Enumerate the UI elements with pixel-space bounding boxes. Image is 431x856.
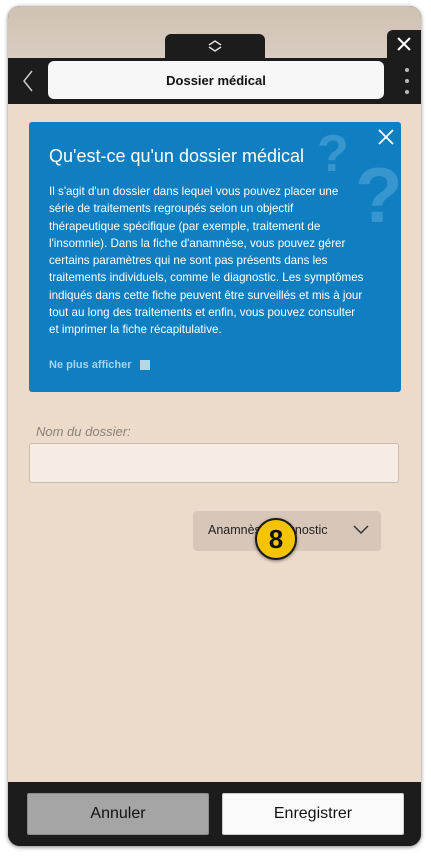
- back-button[interactable]: [14, 67, 42, 95]
- chevron-down-icon: [353, 525, 369, 535]
- drag-handle[interactable]: [165, 34, 265, 58]
- dont-show-label: Ne plus afficher: [49, 359, 132, 371]
- more-vertical-icon: [405, 68, 409, 72]
- more-button[interactable]: [401, 68, 413, 94]
- window-top-bar: [8, 6, 421, 58]
- question-mark-icon: ?: [317, 125, 349, 183]
- close-button[interactable]: [387, 30, 421, 58]
- save-button[interactable]: Enregistrer: [222, 793, 404, 835]
- main-content: ? ? Qu'est-ce qu'un dossier médical Il s…: [8, 104, 421, 782]
- info-text: Il s'agit d'un dossier dans lequel vous …: [49, 185, 364, 337]
- chevron-left-icon: [23, 70, 33, 92]
- cancel-button[interactable]: Annuler: [27, 793, 209, 835]
- info-close-button[interactable]: [377, 128, 395, 146]
- nav-bar: Dossier médical: [8, 58, 421, 104]
- info-title: Qu'est-ce qu'un dossier médical: [49, 146, 304, 166]
- step-badge: 8: [255, 518, 297, 560]
- dont-show-checkbox[interactable]: [139, 360, 150, 370]
- app-frame: Dossier médical ? ? Qu'est-ce qu'un doss…: [8, 6, 421, 846]
- footer-bar: Annuler Enregistrer: [8, 782, 421, 846]
- chevron-up-down-icon: [208, 40, 222, 52]
- info-panel: ? ? Qu'est-ce qu'un dossier médical Il s…: [29, 122, 401, 392]
- page-title: Dossier médical: [48, 61, 384, 99]
- close-icon: [397, 37, 411, 51]
- dont-show-again[interactable]: Ne plus afficher: [49, 359, 150, 371]
- close-icon: [378, 129, 394, 145]
- folder-name-label: Nom du dossier:: [36, 424, 131, 439]
- folder-name-input[interactable]: [29, 443, 399, 483]
